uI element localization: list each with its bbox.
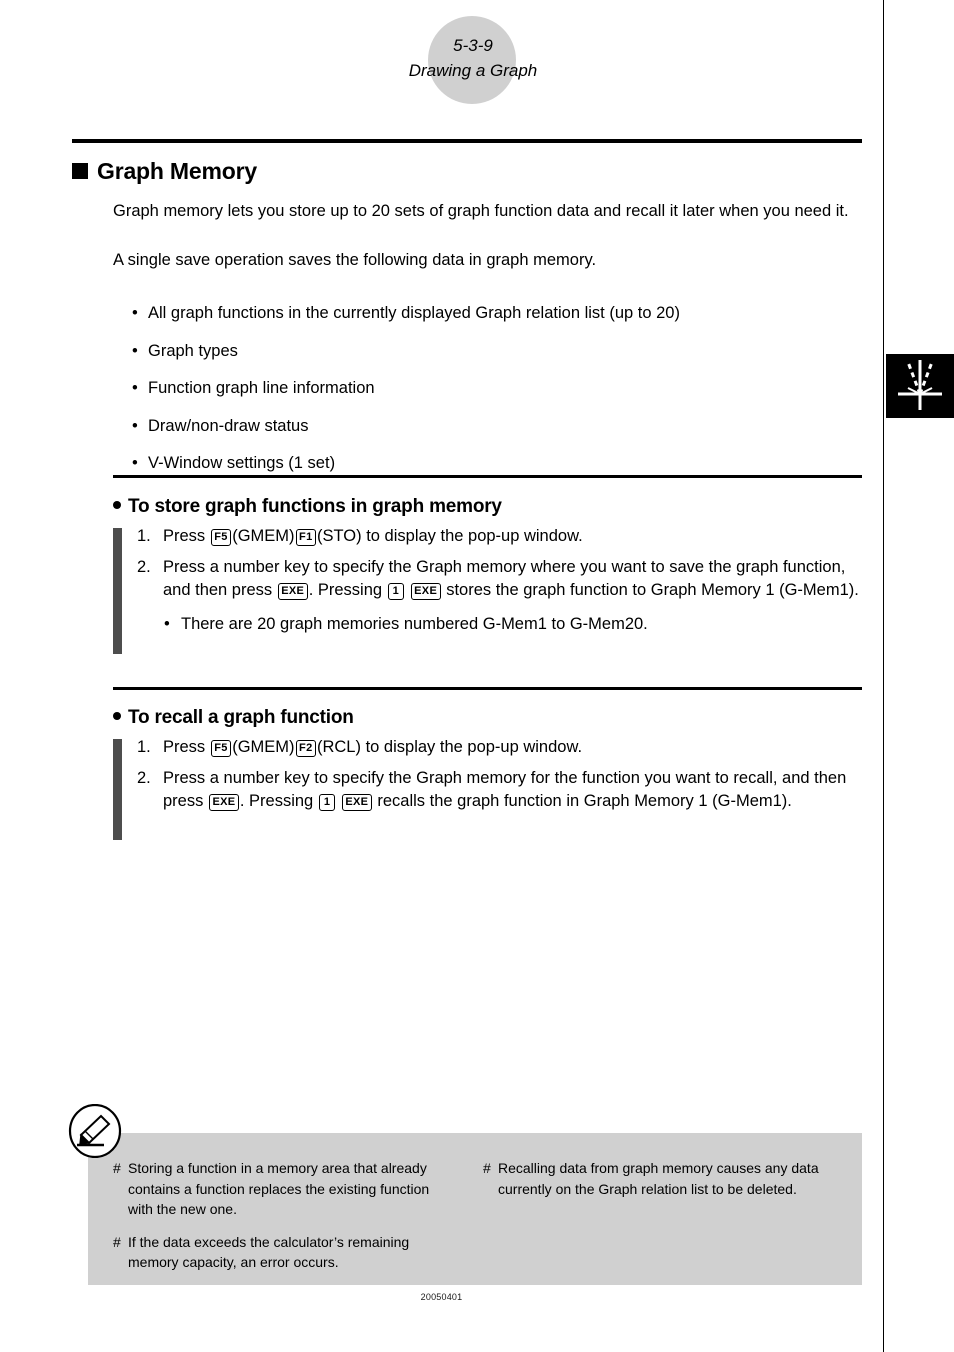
list-item: Graph types <box>130 340 865 363</box>
step-side-bar <box>113 739 122 840</box>
step-list: 1. Press F5 (GMEM) F2 (RCL) to display the p… <box>137 736 865 821</box>
key-f5: F5 <box>210 739 232 757</box>
step-text-b: . Pressing <box>308 581 383 599</box>
saved-items-list: All graph functions in the currently dis… <box>130 302 865 490</box>
page-number: 5-3-9 <box>453 36 493 55</box>
header-text: 5-3-9 Drawing a Graph <box>273 33 673 83</box>
key-exe: EXE <box>341 793 372 811</box>
section-title-text: Graph Memory <box>97 158 257 184</box>
footnote-marker: # <box>113 1233 121 1250</box>
header-divider-rule <box>72 139 862 143</box>
page-header: 5-3-9 Drawing a Graph <box>0 0 883 130</box>
key-f5-label: (GMEM) <box>232 527 295 545</box>
step-item: 1. Press F5 (GMEM) F1 (STO) to display the p… <box>137 525 865 548</box>
graph-axes-icon <box>898 360 942 410</box>
footnote-marker: # <box>113 1160 121 1176</box>
key-f1-label: (STO) <box>316 527 362 545</box>
step-text-b: . Pressing <box>239 792 314 810</box>
footnote-item: # Recalling data from graph memory causes… <box>483 1158 833 1199</box>
key-f1: F1 <box>295 528 316 546</box>
key-f5: F5 <box>210 528 232 546</box>
store-section-divider-rule <box>113 475 862 478</box>
step-text-b: to display the pop-up window. <box>366 527 583 545</box>
step-item: 2. Press a number key to specify the Grap… <box>137 767 865 813</box>
key-exe: EXE <box>277 582 308 600</box>
step-number: 1. <box>137 738 151 756</box>
filled-square-bullet-icon <box>72 163 88 179</box>
footnote-item: # Storing a function in a memory area tha… <box>113 1158 453 1220</box>
list-item: Function graph line information <box>130 377 865 400</box>
chapter-thumb-tab <box>886 354 954 418</box>
recall-section-divider-rule <box>113 687 862 690</box>
footnote-column-right: # Recalling data from graph memory causes… <box>483 1158 833 1211</box>
key-exe: EXE <box>410 582 441 600</box>
key-exe: EXE <box>208 793 239 811</box>
procedure-store-heading-text: To store graph functions in graph memory <box>128 496 502 517</box>
footnote-item: # If the data exceeds the calculator’s re… <box>113 1232 453 1273</box>
step-side-bar <box>113 528 122 654</box>
list-item: All graph functions in the currently dis… <box>130 302 865 325</box>
footnote-text: Storing a function in a memory area that… <box>128 1160 430 1217</box>
procedure-recall-heading: To recall a graph function <box>113 707 354 729</box>
document-code: 20050401 <box>420 1292 463 1302</box>
document-page: 5-3-9 Drawing a Graph Graph Memory Graph… <box>0 0 954 1352</box>
key-f5-label: (GMEM) <box>232 738 295 756</box>
step-item: 2. Press a number key to specify the Grap… <box>137 556 865 602</box>
key-1: 1 <box>318 793 336 811</box>
step-subnote: There are 20 graph memories numbered G-M… <box>137 613 865 636</box>
page-trim-line <box>883 0 884 1352</box>
step-text-c: stores the graph function to Graph Memor… <box>446 581 859 599</box>
step-text-a: Press <box>163 738 206 756</box>
footnote-column-left: # Storing a function in a memory area tha… <box>113 1158 453 1285</box>
step-text-a: Press <box>163 527 206 545</box>
list-item: Draw/non-draw status <box>130 415 865 438</box>
step-number: 1. <box>137 527 151 545</box>
chapter-title: Drawing a Graph <box>408 61 538 80</box>
step-text-b: to display the pop-up window. <box>365 738 583 756</box>
intro-paragraph-2: A single save operation saves the follow… <box>113 251 597 269</box>
procedure-store-heading: To store graph functions in graph memory <box>113 496 502 518</box>
footnote-text: If the data exceeds the calculator’s rem… <box>128 1233 410 1271</box>
key-f2-label: (RCL) <box>316 738 361 756</box>
procedure-recall-heading-text: To recall a graph function <box>128 707 354 728</box>
footnote-text: Recalling data from graph memory causes … <box>498 1160 819 1197</box>
key-1: 1 <box>387 582 405 600</box>
step-item: 1. Press F5 (GMEM) F2 (RCL) to display the p… <box>137 736 865 759</box>
step-number: 2. <box>137 558 151 576</box>
step-text-c: recalls the graph function in Graph Memo… <box>377 792 792 810</box>
key-f2: F2 <box>295 739 316 757</box>
section-title: Graph Memory <box>72 158 257 185</box>
step-list: 1. Press F5 (GMEM) F1 (STO) to display the p… <box>137 525 865 636</box>
footnote-marker: # <box>483 1160 491 1176</box>
pencil-icon <box>68 1104 122 1158</box>
filled-round-bullet-icon <box>113 501 121 509</box>
filled-round-bullet-icon <box>113 712 121 720</box>
intro-paragraph-1: Graph memory lets you store up to 20 set… <box>113 202 849 220</box>
list-item: V-Window settings (1 set) <box>130 452 865 475</box>
step-number: 2. <box>137 769 151 787</box>
